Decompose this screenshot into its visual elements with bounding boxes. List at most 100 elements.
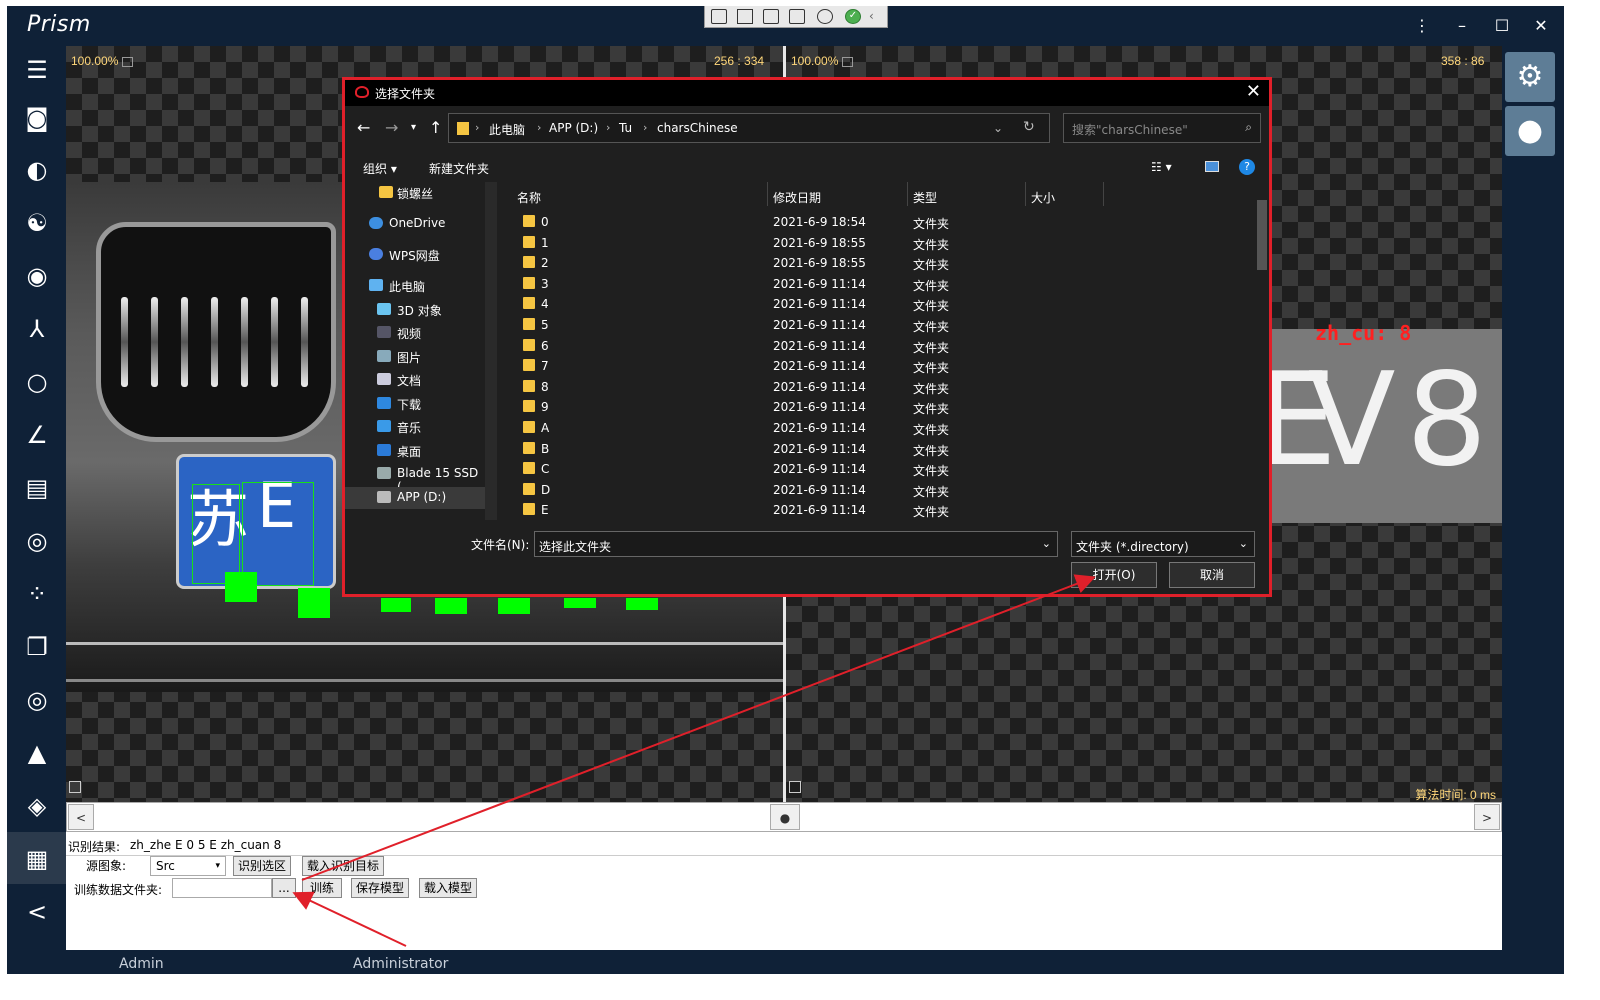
nav-item[interactable]: 视频 — [345, 322, 485, 344]
nav-item[interactable]: 桌面 — [345, 440, 485, 462]
list-scroll-thumb[interactable] — [1257, 200, 1267, 270]
grid-icon[interactable]: ▦ — [21, 843, 53, 875]
scroll-thumb[interactable]: ● — [770, 804, 800, 830]
column-header-type[interactable]: 类型 — [913, 182, 937, 206]
user-icon[interactable]: ● — [1505, 106, 1555, 156]
chevron-down-icon[interactable]: ⌄ — [993, 121, 1003, 135]
load-model-button[interactable]: 载入模型 — [419, 878, 477, 898]
view-options-icon[interactable]: ☷ ▾ — [1151, 160, 1172, 174]
capture-icon[interactable] — [789, 9, 805, 24]
right-checkbox[interactable] — [789, 781, 801, 793]
organize-menu[interactable]: 组织 ▾ — [363, 160, 397, 177]
dialog-close-icon[interactable]: ✕ — [1246, 81, 1261, 102]
nav-item[interactable]: 3D 对象 — [345, 299, 485, 321]
file-row[interactable]: 1 2021-6-9 18:55 文件夹 — [505, 233, 1245, 254]
collapse-left-icon[interactable]: < — [21, 896, 53, 928]
save-model-button[interactable]: 保存模型 — [351, 878, 409, 898]
column-header-name[interactable]: 名称 — [517, 182, 541, 206]
shapes-icon[interactable]: ▲ — [21, 737, 53, 769]
copy-icon[interactable]: ❐ — [21, 631, 53, 663]
search-input[interactable]: 搜索"charsChinese" ⌕ — [1063, 113, 1261, 143]
filter-select[interactable]: 文件夹 (*.directory) ⌄ — [1071, 531, 1255, 557]
nav-item-selected[interactable]: APP (D:) — [345, 487, 485, 509]
nav-item[interactable]: 图片 — [345, 346, 485, 368]
camera-icon[interactable]: ◙ — [21, 102, 53, 134]
list-scrollbar[interactable] — [1255, 182, 1269, 520]
file-row[interactable]: 0 2021-6-9 18:54 文件夹 — [505, 212, 1245, 233]
recent-dropdown-icon[interactable]: ▾ — [411, 122, 416, 133]
contrast-icon[interactable]: ◐ — [21, 154, 53, 186]
inspect-icon[interactable]: ◈ — [21, 790, 53, 822]
nav-item[interactable]: WPS网盘 — [345, 244, 485, 266]
check-icon[interactable]: ✓ — [845, 9, 861, 24]
tri-axis-icon[interactable]: ⅄ — [21, 313, 53, 345]
file-row[interactable]: 6 2021-6-9 11:14 文件夹 — [505, 336, 1245, 357]
nav-item[interactable]: 文档 — [345, 369, 485, 391]
source-select[interactable]: Src ▾ — [150, 856, 226, 876]
circle-fill-icon[interactable]: ◉ — [21, 260, 53, 292]
nav-item[interactable]: 下载 — [345, 393, 485, 415]
file-row[interactable]: B 2021-6-9 11:14 文件夹 — [505, 439, 1245, 460]
circle-icon[interactable]: ○ — [21, 366, 53, 398]
region-icon[interactable] — [763, 9, 779, 24]
nav-item[interactable]: 锁螺丝 — [345, 182, 485, 204]
dots-icon[interactable]: ⁘ — [21, 578, 53, 610]
file-row[interactable]: C 2021-6-9 11:14 文件夹 — [505, 459, 1245, 480]
fit-icon[interactable] — [122, 56, 134, 67]
file-row[interactable]: 3 2021-6-9 11:14 文件夹 — [505, 274, 1245, 295]
back-icon[interactable]: ← — [357, 118, 370, 137]
file-row[interactable]: A 2021-6-9 11:14 文件夹 — [505, 418, 1245, 439]
left-checkbox[interactable] — [69, 781, 81, 793]
yin-yang-icon[interactable]: ☯ — [21, 207, 53, 239]
select-window-icon[interactable] — [711, 9, 727, 24]
minimize-button[interactable]: – — [1449, 14, 1475, 38]
column-header-size[interactable]: 大小 — [1031, 182, 1055, 206]
load-target-button[interactable]: 载入识别目标 — [302, 856, 384, 876]
nav-item[interactable]: 此电脑 — [345, 275, 485, 297]
train-button[interactable]: 训练 — [302, 878, 342, 898]
record-icon[interactable] — [817, 9, 833, 24]
horizontal-scrollbar[interactable]: < ● > — [66, 802, 1502, 832]
file-row[interactable]: 4 2021-6-9 11:14 文件夹 — [505, 294, 1245, 315]
file-row[interactable]: 5 2021-6-9 11:14 文件夹 — [505, 315, 1245, 336]
new-folder-button[interactable]: 新建文件夹 — [429, 160, 489, 177]
help-icon[interactable]: ? — [1239, 159, 1255, 175]
report-icon[interactable]: ▤ — [21, 472, 53, 504]
recognize-region-button[interactable]: 识别选区 — [233, 856, 291, 876]
address-bar[interactable]: › 此电脑 › APP (D:) › Tu › charsChinese ⌄ ↻ — [448, 113, 1050, 143]
fit-icon[interactable] — [842, 56, 854, 67]
pointer-icon[interactable] — [737, 9, 753, 24]
refresh-icon[interactable]: ↻ — [1023, 119, 1035, 135]
target-icon[interactable]: ◎ — [21, 684, 53, 716]
breadcrumb[interactable]: charsChinese — [657, 121, 738, 135]
breadcrumb[interactable]: 此电脑 — [489, 121, 525, 138]
up-icon[interactable]: ↑ — [429, 118, 442, 137]
settings-gear-icon[interactable]: ⚙ — [1505, 52, 1555, 102]
menu-icon[interactable]: ☰ — [21, 54, 53, 86]
cancel-button[interactable]: 取消 — [1169, 562, 1255, 588]
browse-button[interactable]: ... — [272, 878, 296, 898]
breadcrumb[interactable]: Tu — [619, 121, 632, 135]
scroll-left-button[interactable]: < — [68, 804, 94, 830]
nav-scrollbar[interactable] — [485, 182, 497, 520]
angle-icon[interactable]: ∠ — [21, 419, 53, 451]
fingerprint-icon[interactable]: ◎ — [21, 525, 53, 557]
file-row[interactable]: 9 2021-6-9 11:14 文件夹 — [505, 397, 1245, 418]
breadcrumb[interactable]: APP (D:) — [549, 121, 598, 135]
scroll-right-button[interactable]: > — [1474, 804, 1500, 830]
file-row[interactable]: 2 2021-6-9 18:55 文件夹 — [505, 253, 1245, 274]
nav-item[interactable]: OneDrive — [345, 213, 485, 235]
file-row[interactable]: 7 2021-6-9 11:14 文件夹 — [505, 356, 1245, 377]
file-row[interactable]: E 2021-6-9 11:14 文件夹 — [505, 500, 1245, 520]
file-row[interactable]: D 2021-6-9 11:14 文件夹 — [505, 480, 1245, 501]
forward-icon[interactable]: → — [385, 118, 398, 137]
close-button[interactable]: ✕ — [1528, 14, 1554, 38]
maximize-button[interactable]: ☐ — [1489, 14, 1515, 38]
column-header-date[interactable]: 修改日期 — [773, 182, 821, 206]
nav-item[interactable]: Blade 15 SSD ( — [345, 463, 485, 494]
train-folder-input[interactable] — [172, 878, 272, 898]
open-button[interactable]: 打开(O) — [1071, 562, 1157, 588]
collapse-icon[interactable]: ‹ — [869, 9, 885, 24]
file-row[interactable]: 8 2021-6-9 11:14 文件夹 — [505, 377, 1245, 398]
more-menu-icon[interactable]: ⋮ — [1409, 14, 1435, 38]
